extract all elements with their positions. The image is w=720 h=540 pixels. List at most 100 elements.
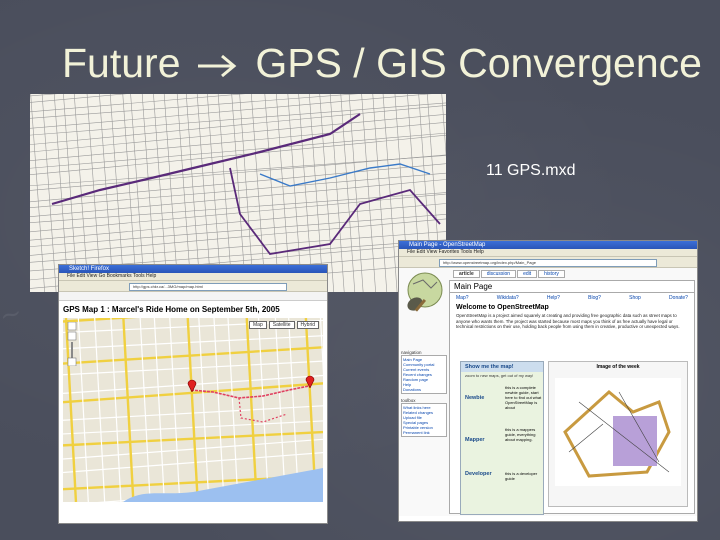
guide-developer: Developer this is a developer guide [461, 465, 543, 485]
gmaps-bookmarks-bar [59, 292, 327, 301]
gmaps-pan-zoom-control[interactable] [67, 321, 77, 367]
gmaps-street [94, 318, 106, 502]
osm-nav-links: Map? Wikidata? Help? Blog? Shop Donate? [450, 293, 694, 303]
gmaps-street [63, 346, 323, 365]
gis-street [348, 94, 364, 292]
gis-street [30, 193, 446, 233]
osm-window-title: Main Page - OpenStreetMap [399, 241, 697, 249]
gmaps-street [257, 318, 270, 502]
osm-page-title: Main Page [450, 281, 694, 293]
map-type-satellite-button[interactable]: Satellite [268, 321, 295, 329]
gis-street [176, 94, 192, 292]
google-maps-screenshot: Sketch! Firefox File Edit View Go Bookma… [58, 264, 328, 524]
gis-street [41, 94, 57, 292]
openstreetmap-wiki-screenshot: Main Page - OpenStreetMap File Edit View… [398, 240, 698, 522]
gis-street [275, 94, 291, 292]
gis-street [340, 94, 356, 292]
map-type-map-button[interactable]: Map [249, 321, 267, 329]
show-map-link[interactable]: Show me the map! [461, 362, 543, 372]
link-donate[interactable]: Donate? [669, 295, 688, 301]
tab-edit[interactable]: edit [517, 270, 538, 278]
sidebar-tool-permanent-link[interactable]: Permanent link [403, 430, 445, 435]
gmaps-street [198, 318, 210, 502]
gmaps-map-type-controls: Map Satellite Hybrid [249, 321, 319, 329]
gis-street [309, 94, 324, 292]
gmaps-street [169, 318, 181, 502]
gis-street [298, 94, 313, 292]
guide-newbie: Newbie this is a complete newbie guide, … [461, 385, 543, 423]
gmaps-street [77, 318, 89, 502]
role-developer-text: this is a developer guide [505, 471, 538, 481]
osm-logo[interactable] [401, 270, 445, 316]
gmaps-menu-bar[interactable]: File Edit View Go Bookmarks Tools Help [59, 273, 327, 281]
gis-street [319, 94, 335, 292]
gmaps-street [213, 318, 225, 502]
role-newbie-link[interactable]: Newbie [461, 385, 505, 423]
tab-article[interactable]: article [453, 270, 480, 278]
gis-street [264, 94, 280, 292]
gis-street [130, 94, 145, 292]
link-help[interactable]: Help? [547, 295, 560, 301]
gis-street-map [30, 94, 446, 292]
tab-history[interactable]: history [538, 270, 565, 278]
gis-street [63, 94, 78, 292]
gmaps-street [186, 318, 199, 502]
gmaps-toolbar: http://gps.chkr.ca/...3MG/map/map.html [59, 281, 327, 292]
sidebar-tools-list: What links here Related changes Upload f… [401, 403, 447, 437]
title-prefix: Future [62, 40, 181, 86]
image-of-week-title: Image of the week [596, 364, 640, 370]
gis-street [153, 94, 168, 292]
start-marker-icon[interactable] [187, 378, 197, 397]
gis-street [185, 94, 201, 292]
sidebar-nav-list: Main Page Community portal Current event… [401, 355, 447, 394]
gmaps-street [227, 318, 239, 502]
gis-street [109, 94, 125, 292]
image-of-week-map[interactable] [549, 372, 687, 492]
gis-street [30, 105, 446, 145]
gis-street [361, 94, 376, 292]
tab-discussion[interactable]: discussion [480, 270, 517, 278]
gmaps-street [274, 318, 287, 502]
osm-sidebar: navigation Main Page Community portal Cu… [401, 350, 447, 437]
gis-street [30, 102, 446, 136]
gis-street [30, 214, 446, 247]
gmaps-address-bar[interactable]: http://gps.chkr.ca/...3MG/map/map.html [129, 283, 287, 291]
gis-street [251, 94, 266, 292]
gis-street [372, 94, 388, 292]
osm-page-tabs: article discussion edit history [453, 270, 565, 278]
gis-street [30, 132, 446, 169]
gmaps-street-network [63, 318, 323, 502]
link-blog[interactable]: Blog? [588, 295, 601, 301]
right-arrow-icon [196, 43, 240, 90]
end-marker-icon[interactable] [305, 374, 315, 393]
osm-intro-text: OpenStreetMap is a project aimed squarel… [456, 313, 680, 330]
gmaps-street [153, 318, 165, 502]
link-wikidata[interactable]: Wikidata? [497, 295, 519, 301]
osm-toolbar: http://www.openstreetmap.org/index.php/M… [399, 257, 697, 268]
gis-street [30, 114, 446, 153]
osm-menu-bar[interactable]: File Edit View Favorites Tools Help [399, 249, 697, 257]
gmaps-map-view[interactable]: Map Satellite Hybrid [63, 318, 323, 502]
role-mapper-link[interactable]: Mapper [461, 427, 505, 461]
guide-mapper: Mapper this is a mappers guide, everythi… [461, 427, 543, 461]
role-mapper-text: this is a mappers guide, everything abou… [505, 427, 536, 442]
gis-street [287, 94, 303, 292]
gmaps-window-title: Sketch! Firefox [59, 265, 327, 273]
osm-guides-box: Show me the map! zoom to new maps, get o… [460, 361, 544, 515]
gis-street [53, 94, 69, 292]
map-file-caption: 11 GPS.mxd [486, 162, 576, 179]
gis-map-screenshot [30, 94, 446, 292]
gmaps-page-heading: GPS Map 1 : Marcel's Ride Home on Septem… [63, 305, 280, 314]
image-of-week-box: Image of the week [548, 361, 688, 507]
gmaps-street [63, 335, 323, 350]
osm-address-bar[interactable]: http://www.openstreetmap.org/index.php/M… [439, 259, 657, 267]
gmaps-street [63, 360, 323, 376]
role-developer-link[interactable]: Developer [461, 465, 505, 485]
link-shop[interactable]: Shop [629, 295, 641, 301]
map-type-hybrid-button[interactable]: Hybrid [296, 321, 319, 329]
show-map-subtext: zoom to new maps, get out of my way! [465, 373, 534, 378]
role-newbie-text: this is a complete newbie guide, start h… [505, 385, 542, 410]
link-map[interactable]: Map? [456, 295, 469, 301]
sidebar-item-donations[interactable]: Donations [403, 387, 445, 392]
gis-street [231, 94, 247, 292]
